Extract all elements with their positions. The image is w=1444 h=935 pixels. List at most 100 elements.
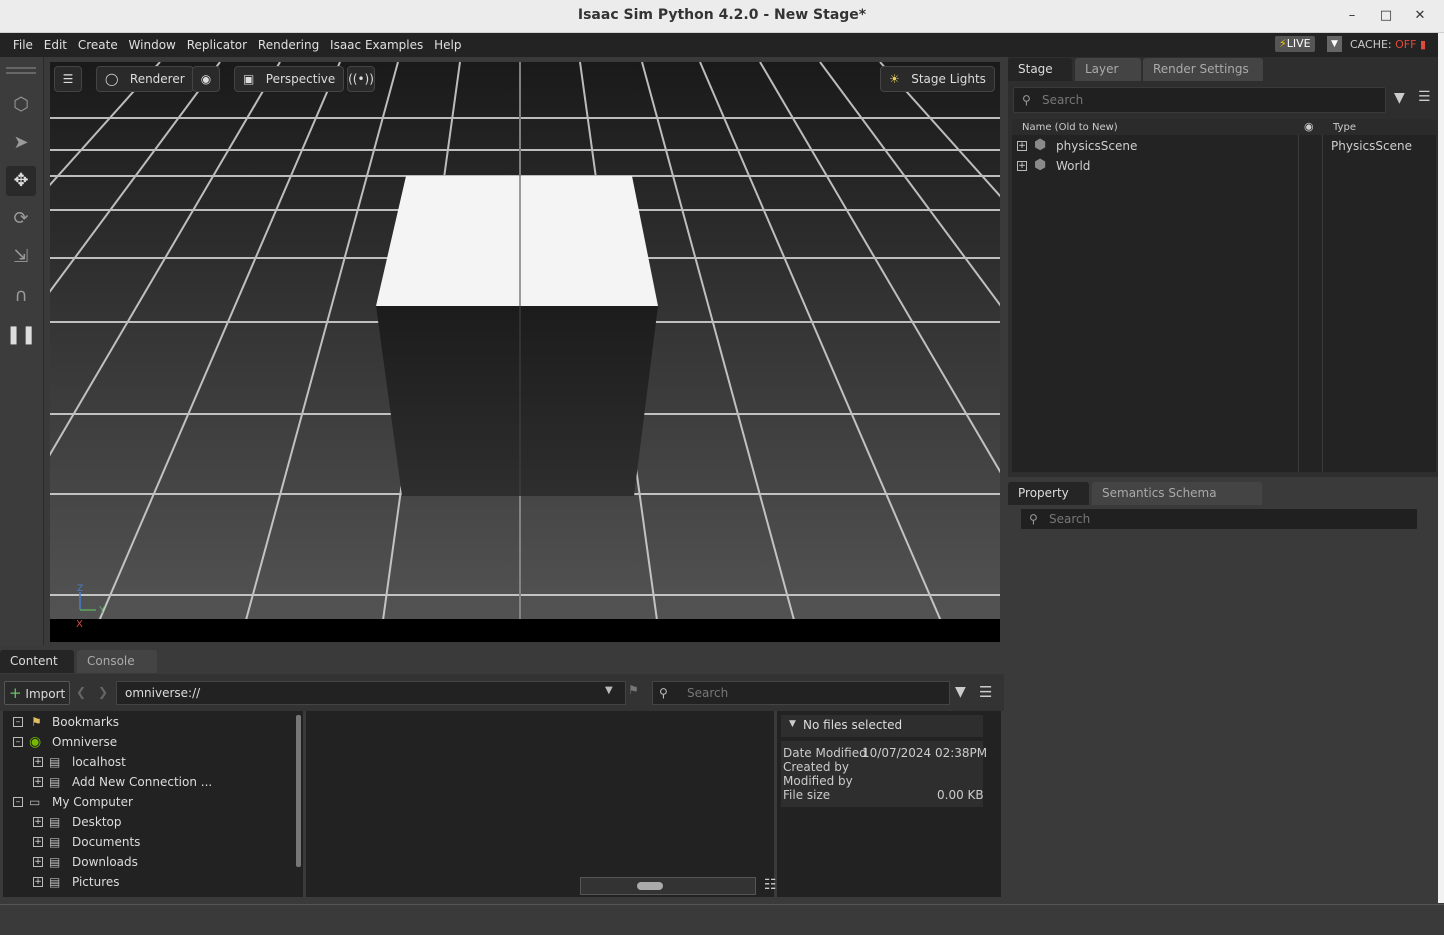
expand-icon[interactable]: + <box>1017 161 1027 171</box>
visibility-column-eye-icon[interactable]: ◉ <box>1304 120 1314 133</box>
move-tool-icon[interactable]: ✥ <box>6 166 36 196</box>
back-arrow-icon[interactable]: ❮ <box>76 685 86 699</box>
chevron-down-icon: ▼ <box>1331 39 1338 49</box>
toolbar-grip[interactable] <box>6 67 36 69</box>
date-modified-label: Date Modified <box>783 746 867 760</box>
stage-search-input[interactable]: ⚲ Search <box>1013 87 1386 113</box>
menu-isaac-examples[interactable]: Isaac Examples <box>327 33 426 57</box>
server-icon: ▤ <box>49 755 61 769</box>
filter-icon[interactable]: ▼ <box>1394 90 1405 106</box>
minimize-button[interactable]: – <box>1341 6 1363 28</box>
menu-help[interactable]: Help <box>431 33 464 57</box>
close-button[interactable]: ✕ <box>1409 6 1431 28</box>
tab-render-settings[interactable]: Render Settings <box>1143 58 1263 81</box>
pause-icon[interactable]: ❚❚ <box>6 320 36 350</box>
rotate-tool-icon[interactable]: ⟳ <box>6 204 36 234</box>
tree-item-documents[interactable]: + ▤ Documents <box>3 832 293 852</box>
select-mode-icon[interactable]: ⬡ <box>6 90 36 120</box>
expand-icon[interactable]: + <box>33 877 43 887</box>
live-button[interactable]: ⚡LIVE <box>1275 36 1315 52</box>
viewport[interactable]: Y Z X ☰ ◯ Renderer ◉ ▣ Perspective ((•))… <box>50 62 1000 642</box>
expand-icon[interactable]: + <box>1017 141 1027 151</box>
cube-front-face[interactable] <box>376 306 658 496</box>
tree-scrollbar[interactable] <box>296 715 301 867</box>
content-file-grid[interactable]: ☷ <box>306 711 777 897</box>
collapse-icon[interactable]: – <box>13 737 23 747</box>
menu-edit[interactable]: Edit <box>41 33 70 57</box>
tab-stage[interactable]: Stage <box>1008 58 1072 81</box>
viewport-settings-button[interactable]: ☰ <box>54 66 82 92</box>
list-view-icon[interactable]: ☷ <box>764 877 777 893</box>
thumbnail-size-slider[interactable] <box>580 877 756 895</box>
filter-icon[interactable]: ▼ <box>955 684 966 700</box>
cube-top-face[interactable] <box>376 176 658 306</box>
tree-item-localhost[interactable]: + ▤ localhost <box>3 752 293 772</box>
computer-icon: ▭ <box>29 795 41 809</box>
menu-icon[interactable]: ☰ <box>979 683 992 701</box>
menu-create[interactable]: Create <box>75 33 121 57</box>
tree-item-downloads[interactable]: + ▤ Downloads <box>3 852 293 872</box>
drive-icon: ▤ <box>49 815 61 829</box>
path-input[interactable]: omniverse:// <box>116 681 626 705</box>
axis-y-label: Y <box>99 605 106 616</box>
cache-status[interactable]: CACHE: OFF ▮ <box>1350 38 1426 51</box>
expand-icon[interactable]: + <box>33 857 43 867</box>
bookmark-icon[interactable]: ⚑ <box>628 683 639 697</box>
bookmark-icon: ⚑ <box>31 715 42 729</box>
renderer-button[interactable]: ◯ Renderer <box>96 66 194 92</box>
content-tree: – ⚑ Bookmarks – ◉ Omniverse + ▤ localhos… <box>3 711 303 897</box>
menu-file[interactable]: File <box>10 33 36 57</box>
viewport-scene[interactable] <box>50 62 1000 642</box>
tab-layer[interactable]: Layer <box>1075 58 1141 81</box>
collapse-icon[interactable]: – <box>13 717 23 727</box>
tab-content[interactable]: Content <box>0 650 74 673</box>
stage-lights-button[interactable]: ☀ Stage Lights <box>880 66 995 92</box>
live-dropdown-button[interactable]: ▼ <box>1327 36 1342 52</box>
broadcast-button[interactable]: ((•)) <box>347 66 375 92</box>
tab-property[interactable]: Property <box>1008 482 1089 505</box>
menu-replicator[interactable]: Replicator <box>184 33 250 57</box>
camera-icon: ▣ <box>243 72 255 86</box>
stage-tree: Name (Old to New) ◉ Type + ⬢ physicsScen… <box>1012 119 1436 472</box>
column-name-header[interactable]: Name (Old to New) <box>1022 122 1118 133</box>
select-arrow-icon[interactable]: ➤ <box>6 128 36 158</box>
path-dropdown-icon[interactable]: ▼ <box>605 685 613 696</box>
forward-arrow-icon[interactable]: ❯ <box>98 685 108 699</box>
collapse-icon[interactable]: – <box>13 797 23 807</box>
expand-icon[interactable]: + <box>33 777 43 787</box>
maximize-button[interactable]: □ <box>1375 6 1397 28</box>
file-info-header[interactable]: ▼ No files selected <box>781 715 983 737</box>
expand-icon[interactable]: + <box>33 817 43 827</box>
tab-semantics-schema-editor[interactable]: Semantics Schema Editor <box>1092 482 1262 523</box>
menu-rendering[interactable]: Rendering <box>255 33 322 57</box>
import-button[interactable]: + Import <box>4 681 71 705</box>
search-icon: ⚲ <box>1029 512 1038 526</box>
menu-icon[interactable]: ☰ <box>1418 89 1431 105</box>
stage-item-world[interactable]: + ⬢ World <box>1012 156 1436 176</box>
tree-item-bookmarks[interactable]: – ⚑ Bookmarks <box>3 712 293 732</box>
slider-handle[interactable] <box>637 882 663 890</box>
expand-icon[interactable]: + <box>33 837 43 847</box>
visibility-button[interactable]: ◉ <box>192 66 220 92</box>
snap-magnet-icon[interactable]: ∩ <box>6 281 36 311</box>
scale-tool-icon[interactable]: ⇲ <box>6 242 36 272</box>
expand-icon[interactable]: + <box>33 757 43 767</box>
property-body <box>1008 505 1438 897</box>
camera-button[interactable]: ▣ Perspective <box>234 66 345 92</box>
tab-console[interactable]: Console <box>77 650 157 673</box>
viewport-bottom-bar <box>50 619 1000 642</box>
tree-item-add-connection[interactable]: + ▤ Add New Connection ... <box>3 772 293 792</box>
lightning-icon: ⚡ <box>1279 37 1287 50</box>
property-search-input[interactable]: ⚲ Search <box>1020 508 1418 530</box>
tree-item-my-computer[interactable]: – ▭ My Computer <box>3 792 293 812</box>
tree-item-omniverse[interactable]: – ◉ Omniverse <box>3 732 293 752</box>
tree-item-desktop[interactable]: + ▤ Desktop <box>3 812 293 832</box>
tree-item-pictures[interactable]: + ▤ Pictures <box>3 872 293 892</box>
content-search-input[interactable]: ⚲ Search <box>652 681 950 705</box>
drive-icon: ▤ <box>49 875 61 889</box>
modified-by-label: Modified by <box>783 774 853 788</box>
menu-window[interactable]: Window <box>126 33 179 57</box>
column-type-header[interactable]: Type <box>1333 122 1356 133</box>
stage-item-physicsscene[interactable]: + ⬢ physicsScene PhysicsScene <box>1012 136 1436 156</box>
xform-icon: ⬢ <box>1034 157 1047 173</box>
